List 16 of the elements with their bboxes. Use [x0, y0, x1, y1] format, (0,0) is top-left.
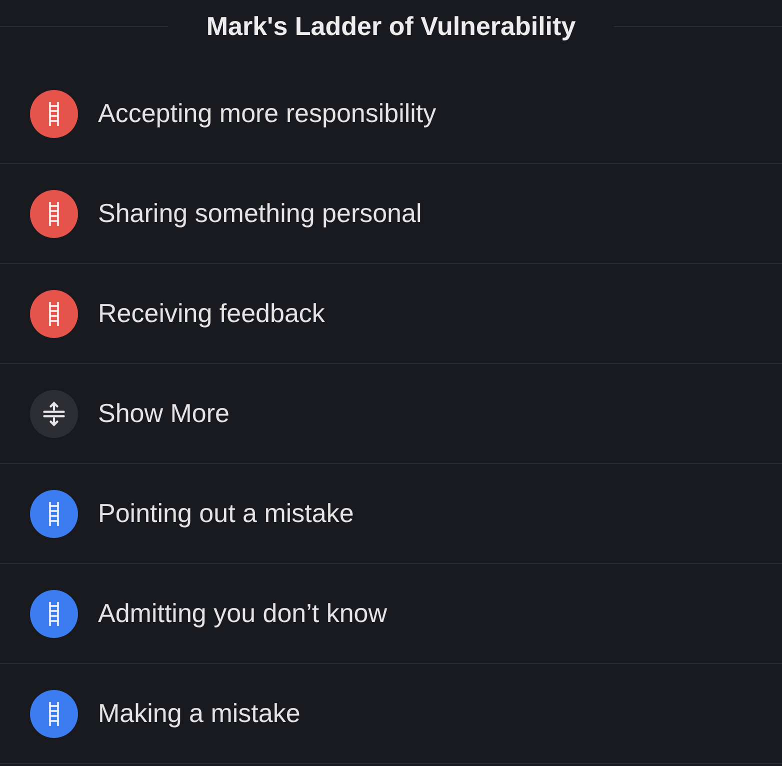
item-label: Sharing something personal: [98, 197, 422, 230]
item-label: Making a mistake: [98, 697, 300, 730]
list-item[interactable]: Pointing out a mistake: [0, 464, 782, 564]
list-item[interactable]: Receiving feedback: [0, 264, 782, 364]
list-title: Mark's Ladder of Vulnerability: [205, 10, 577, 42]
list-item[interactable]: Accepting more responsibility: [0, 64, 782, 164]
expand-icon: [30, 390, 78, 438]
item-label: Show More: [98, 397, 230, 430]
list-item[interactable]: Admitting you don’t know: [0, 564, 782, 664]
item-label: Accepting more responsibility: [98, 97, 436, 130]
item-label: Pointing out a mistake: [98, 497, 354, 530]
list-item[interactable]: Making a mistake: [0, 664, 782, 764]
list-item[interactable]: Sharing something personal: [0, 164, 782, 264]
item-label: Receiving feedback: [98, 297, 325, 330]
list-item[interactable]: Show More: [0, 364, 782, 464]
item-label: Admitting you don’t know: [98, 597, 388, 630]
